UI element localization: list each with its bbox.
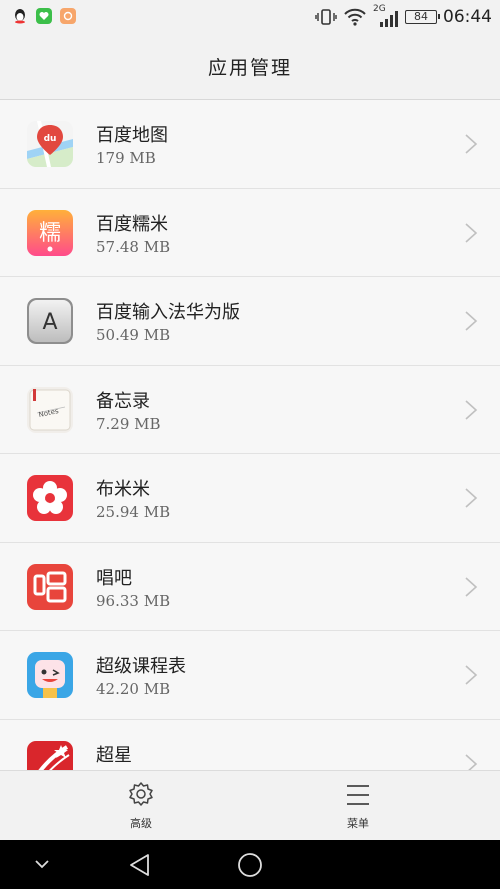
app-size: 179 MB bbox=[96, 149, 156, 167]
chevron-right-icon bbox=[465, 576, 478, 597]
app-list[interactable]: du 百度地图 179 MB 糯 百度糯米 57.48 MB A 百度输入法华为… bbox=[0, 100, 500, 770]
notes-icon: Notes bbox=[27, 386, 73, 433]
app-row[interactable]: 糯 百度糯米 57.48 MB bbox=[0, 189, 500, 277]
chevron-right-icon bbox=[465, 399, 478, 420]
page-title: 应用管理 bbox=[207, 57, 292, 79]
app-name: 备忘录 bbox=[96, 390, 150, 412]
chevron-right-icon bbox=[465, 488, 478, 508]
chevron-right-icon bbox=[465, 222, 478, 243]
gear-icon bbox=[129, 782, 153, 806]
menu-button[interactable]: 菜单 bbox=[233, 771, 483, 841]
home-icon[interactable] bbox=[236, 851, 264, 879]
app-row[interactable]: du 百度地图 179 MB bbox=[0, 100, 500, 189]
app-name: 唱吧 bbox=[96, 567, 132, 589]
changba-icon bbox=[27, 563, 73, 610]
app-name: 百度糯米 bbox=[96, 213, 168, 235]
app-row[interactable]: Notes 备忘录 7.29 MB bbox=[0, 366, 500, 454]
app-row[interactable]: 唱吧 96.33 MB bbox=[0, 543, 500, 631]
battery-icon: 84 bbox=[405, 10, 440, 24]
svg-text:糯: 糯 bbox=[39, 221, 61, 246]
app-size: 57.48 MB bbox=[96, 237, 171, 256]
app-row[interactable]: 布米米 25.94 MB bbox=[0, 454, 500, 543]
app-size: 42.20 MB bbox=[96, 680, 171, 698]
clock: 06:44 bbox=[443, 7, 492, 27]
signal-icon: 2G bbox=[373, 4, 399, 28]
weibo-notification-icon bbox=[60, 8, 76, 24]
chaoxing-icon bbox=[27, 740, 73, 770]
app-name: 超星 bbox=[96, 744, 132, 766]
menu-icon bbox=[347, 785, 369, 805]
baidu-nuomi-icon: 糯 bbox=[27, 209, 73, 256]
app-name: 超级课程表 bbox=[96, 656, 186, 677]
app-size: 25.94 MB bbox=[96, 503, 171, 521]
vibrate-icon bbox=[315, 9, 337, 25]
chevron-right-icon bbox=[465, 311, 478, 331]
status-indicators: 2G 84 06:44 bbox=[315, 4, 492, 28]
status-bar: 2G 84 06:44 bbox=[0, 0, 500, 34]
app-name: 百度地图 bbox=[96, 125, 168, 146]
back-icon[interactable] bbox=[128, 853, 152, 877]
menu-label: 菜单 bbox=[347, 817, 369, 830]
svg-text:du: du bbox=[44, 134, 57, 144]
bottom-toolbar: 高级 菜单 bbox=[0, 770, 500, 840]
app-size: 96.33 MB bbox=[96, 591, 171, 610]
super-schedule-icon bbox=[27, 652, 73, 698]
chevron-right-icon bbox=[465, 134, 478, 154]
app-row[interactable]: 超级课程表 42.20 MB bbox=[0, 631, 500, 720]
notification-icons bbox=[12, 8, 76, 24]
baidu-maps-icon: du bbox=[27, 121, 73, 167]
baidu-input-icon: A bbox=[27, 298, 73, 344]
app-row[interactable]: 超星 bbox=[0, 720, 500, 770]
bumimi-icon bbox=[27, 475, 73, 521]
wechat-notification-icon bbox=[36, 8, 52, 24]
advanced-label: 高级 bbox=[130, 817, 152, 830]
app-size: 50.49 MB bbox=[96, 326, 171, 344]
svg-text:A: A bbox=[42, 310, 57, 335]
qq-notification-icon bbox=[12, 8, 28, 24]
chevron-right-icon bbox=[465, 665, 478, 685]
app-size: 7.29 MB bbox=[96, 414, 161, 433]
app-name: 百度输入法华为版 bbox=[96, 302, 240, 323]
chevron-right-icon bbox=[465, 753, 478, 770]
title-bar: 应用管理 bbox=[0, 34, 500, 100]
wifi-icon bbox=[344, 8, 366, 26]
advanced-button[interactable]: 高级 bbox=[16, 771, 266, 841]
app-name: 布米米 bbox=[96, 479, 150, 500]
collapse-icon[interactable] bbox=[34, 858, 50, 870]
system-nav-bar bbox=[0, 840, 500, 889]
app-row[interactable]: A 百度输入法华为版 50.49 MB bbox=[0, 277, 500, 366]
